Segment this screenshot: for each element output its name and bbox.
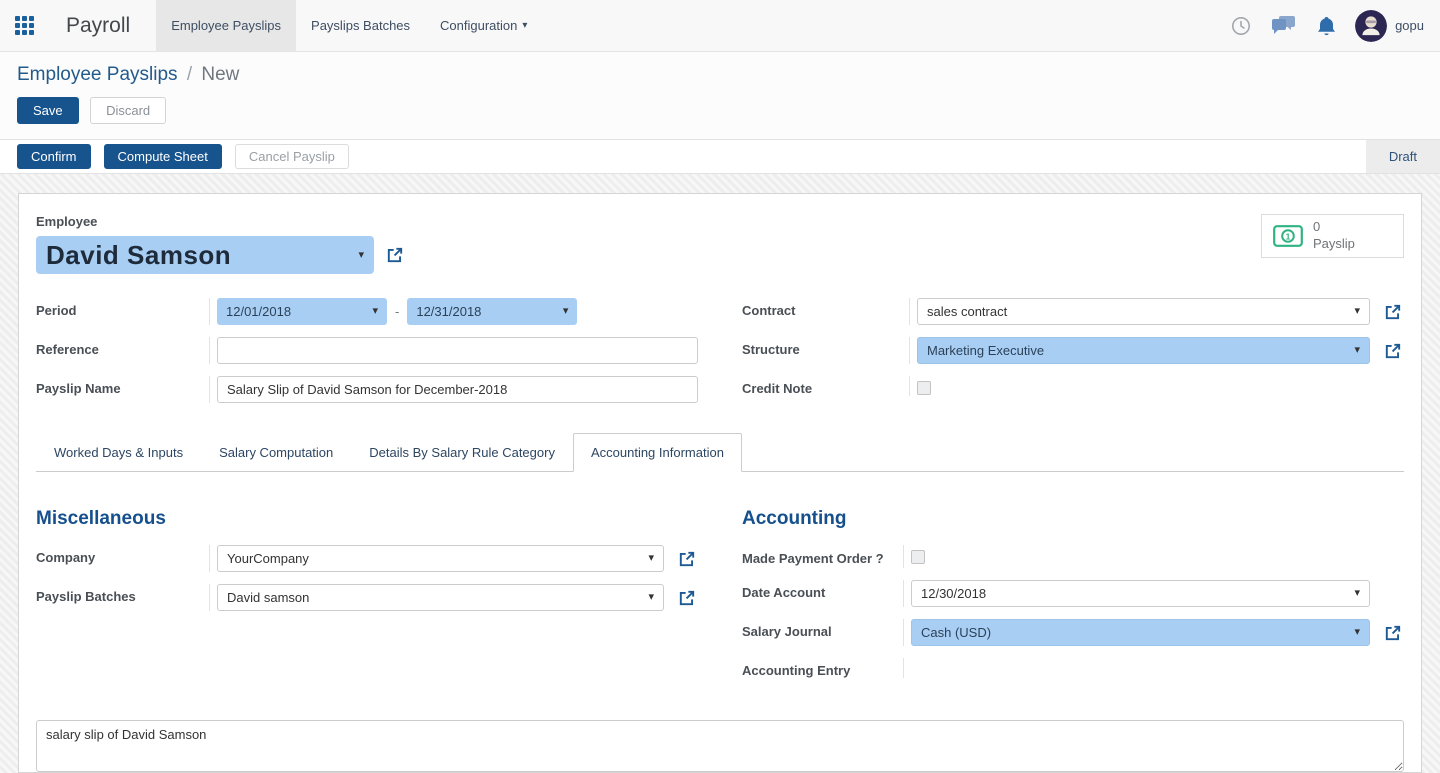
menu-item-employee-payslips[interactable]: Employee Payslips <box>156 0 296 51</box>
credit-note-label: Credit Note <box>742 376 910 396</box>
salary-journal-external-link-icon[interactable] <box>1384 624 1404 642</box>
app-title: Payroll <box>48 0 156 51</box>
compute-sheet-button[interactable]: Compute Sheet <box>104 144 222 169</box>
main-menu: Employee Payslips Payslips Batches Confi… <box>156 0 542 51</box>
section-title-miscellaneous: Miscellaneous <box>36 508 698 530</box>
contract-field[interactable]: sales contract ▾ <box>917 298 1370 325</box>
stat-label: Payslip <box>1313 236 1355 251</box>
statusbar: Confirm Compute Sheet Cancel Payslip Dra… <box>0 139 1440 174</box>
chevron-down-icon: ▾ <box>1354 306 1360 317</box>
form-sheet: Employee David Samson ▾ 1 0 Payslip <box>18 193 1422 773</box>
confirm-button[interactable]: Confirm <box>17 144 91 169</box>
tab-salary-computation[interactable]: Salary Computation <box>201 433 351 472</box>
user-avatar[interactable] <box>1355 10 1387 42</box>
payslip-batches-field[interactable]: David samson ▾ <box>217 584 664 611</box>
contract-label: Contract <box>742 298 910 325</box>
status-badge-draft: Draft <box>1366 140 1440 173</box>
chevron-down-icon: ▾ <box>1354 627 1360 638</box>
contract-external-link-icon[interactable] <box>1384 303 1404 321</box>
left-field-group: Period 12/01/2018 ▾ - 12/31/2018 ▾ Refer… <box>36 298 698 403</box>
tab-accounting-information[interactable]: Accounting Information <box>573 433 742 472</box>
structure-label: Structure <box>742 337 910 364</box>
top-navbar: Payroll Employee Payslips Payslips Batch… <box>0 0 1440 52</box>
navbar-right: gopu <box>1211 0 1440 51</box>
payslip-name-label: Payslip Name <box>36 376 210 403</box>
note-textarea[interactable]: salary slip of David Samson <box>36 720 1404 772</box>
section-title-accounting: Accounting <box>742 508 1404 530</box>
chevron-down-icon: ▾ <box>648 592 654 603</box>
reference-label: Reference <box>36 337 210 364</box>
chevron-down-icon: ▾ <box>1354 345 1360 356</box>
chevron-down-icon: ▾ <box>1354 588 1360 599</box>
period-separator: - <box>395 304 399 319</box>
chevron-down-icon: ▾ <box>522 20 527 31</box>
credit-note-checkbox[interactable] <box>917 381 931 395</box>
period-label: Period <box>36 298 210 325</box>
apps-grid-icon <box>15 16 34 35</box>
menu-item-payslips-batches[interactable]: Payslips Batches <box>296 0 425 51</box>
company-label: Company <box>36 545 210 572</box>
menu-item-configuration[interactable]: Configuration ▾ <box>425 0 542 51</box>
username-label[interactable]: gopu <box>1395 18 1424 33</box>
employee-field[interactable]: David Samson ▾ <box>36 236 374 274</box>
miscellaneous-section: Miscellaneous Company YourCompany ▾ Pays… <box>36 508 698 678</box>
money-icon: 1 <box>1273 225 1303 247</box>
period-to-field[interactable]: 12/31/2018 ▾ <box>407 298 577 325</box>
employee-value: David Samson <box>46 240 231 271</box>
payslip-name-input[interactable] <box>217 376 698 403</box>
date-account-label: Date Account <box>742 580 904 607</box>
chevron-down-icon: ▾ <box>358 250 364 261</box>
breadcrumb: Employee Payslips / New <box>17 64 1423 86</box>
form-background: Employee David Samson ▾ 1 0 Payslip <box>0 174 1440 773</box>
payslip-stat-button[interactable]: 1 0 Payslip <box>1261 214 1404 258</box>
activities-clock-icon[interactable] <box>1231 16 1251 36</box>
salary-journal-label: Salary Journal <box>742 619 904 646</box>
messages-chat-icon[interactable] <box>1271 15 1296 36</box>
breadcrumb-separator: / <box>183 64 196 85</box>
made-payment-order-label: Made Payment Order ? <box>742 545 904 568</box>
employee-external-link-icon[interactable] <box>386 246 404 264</box>
accounting-entry-value <box>904 658 1404 678</box>
tab-details-by-salary-rule-category[interactable]: Details By Salary Rule Category <box>351 433 573 472</box>
accounting-entry-label: Accounting Entry <box>742 658 904 678</box>
notifications-bell-icon[interactable] <box>1316 15 1337 37</box>
chevron-down-icon: ▾ <box>648 553 654 564</box>
payslip-batches-label: Payslip Batches <box>36 584 210 611</box>
cancel-payslip-button[interactable]: Cancel Payslip <box>235 144 349 169</box>
tab-worked-days-inputs[interactable]: Worked Days & Inputs <box>36 433 201 472</box>
date-account-field[interactable]: 12/30/2018 ▾ <box>911 580 1370 607</box>
discard-button[interactable]: Discard <box>90 97 166 124</box>
chevron-down-icon: ▾ <box>372 306 378 317</box>
accounting-information-tab-content: Miscellaneous Company YourCompany ▾ Pays… <box>19 472 1421 678</box>
company-field[interactable]: YourCompany ▾ <box>217 545 664 572</box>
control-panel: Employee Payslips / New Save Discard <box>0 52 1440 139</box>
right-field-group: Contract sales contract ▾ Structure Mark… <box>742 298 1404 403</box>
period-from-field[interactable]: 12/01/2018 ▾ <box>217 298 387 325</box>
company-external-link-icon[interactable] <box>678 550 698 568</box>
notebook-tabs: Worked Days & Inputs Salary Computation … <box>36 433 1404 472</box>
employee-label: Employee <box>36 214 1261 229</box>
reference-input[interactable] <box>217 337 698 364</box>
stat-count: 0 <box>1313 219 1320 234</box>
save-button[interactable]: Save <box>17 97 79 124</box>
svg-text:1: 1 <box>1286 231 1291 241</box>
structure-field[interactable]: Marketing Executive ▾ <box>917 337 1370 364</box>
chevron-down-icon: ▾ <box>563 306 569 317</box>
accounting-section: Accounting Made Payment Order ? Date Acc… <box>742 508 1404 678</box>
apps-menu-button[interactable] <box>0 0 48 51</box>
made-payment-order-checkbox[interactable] <box>911 550 925 564</box>
breadcrumb-parent-link[interactable]: Employee Payslips <box>17 64 178 85</box>
payslip-batches-external-link-icon[interactable] <box>678 589 698 607</box>
breadcrumb-current: New <box>201 64 239 85</box>
salary-journal-field[interactable]: Cash (USD) ▾ <box>911 619 1370 646</box>
structure-external-link-icon[interactable] <box>1384 342 1404 360</box>
